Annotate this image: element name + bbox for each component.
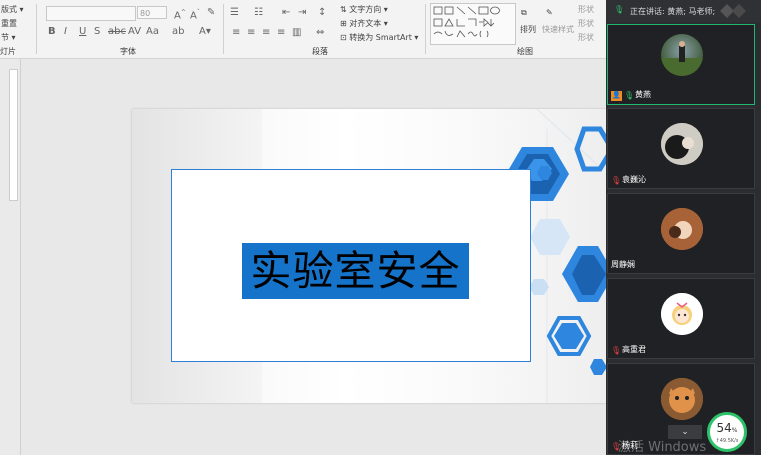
host-icon: 👤 <box>611 91 622 101</box>
avatar-image <box>661 293 703 335</box>
avatar-image <box>661 41 703 76</box>
align-center-icon[interactable]: ≡ <box>247 28 255 38</box>
avatar <box>661 293 703 335</box>
font-size-input[interactable]: 80 <box>137 6 167 19</box>
arrange-button[interactable]: 排列 <box>520 24 536 35</box>
highlight-icon[interactable]: ab <box>172 27 184 37</box>
distribute-icon[interactable]: ⇔ <box>316 28 324 38</box>
numbering-icon[interactable]: ☷ <box>254 8 263 18</box>
font-color-icon[interactable]: A▾ <box>199 27 211 37</box>
slide-title[interactable]: 实验室安全 <box>242 243 469 299</box>
ribbon-toolbar: 版式 ▾ 重置 节 ▾ 灯片 80 A^ Aˇ ✎ B I U S abc AV… <box>0 0 606 59</box>
speaking-bar: 🎙 正在讲话: 黄燕; 马老师; <box>606 0 761 22</box>
shape-fill-button[interactable]: 形状 <box>578 4 594 15</box>
quick-styles-button[interactable]: 快速样式 <box>542 24 574 35</box>
participant-name: 🎙高重君 <box>611 345 646 355</box>
section-button[interactable]: 节 ▾ <box>1 32 16 43</box>
layout-button[interactable]: 版式 ▾ <box>1 4 24 15</box>
align-right-icon[interactable]: ≡ <box>262 28 270 38</box>
drawing-group-label: 绘图 <box>517 47 533 56</box>
bold-icon[interactable]: B <box>48 27 56 37</box>
shadow-icon[interactable]: S <box>94 27 100 37</box>
shapes-gallery-icons <box>433 6 500 38</box>
participant-tile[interactable]: 🎙高重君 <box>607 278 755 359</box>
avatar-image <box>661 208 703 250</box>
participant-tile[interactable]: 周静娴 <box>607 193 755 274</box>
avatar-image <box>661 123 703 165</box>
speaking-mic-icon: 🎙 <box>614 5 625 14</box>
participant-tile[interactable]: 👤 🎙黄燕 <box>607 24 755 105</box>
quick-styles-icon[interactable]: ✎ <box>546 8 553 17</box>
change-case-icon[interactable]: Aa <box>146 27 159 37</box>
vertical-ruler <box>0 59 21 455</box>
increase-indent-icon[interactable]: ⇥ <box>298 8 306 18</box>
reset-button[interactable]: 重置 <box>1 18 17 29</box>
slides-group-label: 灯片 <box>0 47 16 56</box>
group-divider <box>425 4 426 54</box>
strikethrough-icon[interactable]: abc <box>108 27 126 37</box>
shrink-font-icon[interactable]: Aˇ <box>190 8 200 21</box>
speaking-text: 正在讲话: 黄燕; 马老师; <box>630 7 716 16</box>
justify-icon[interactable]: ≡ <box>277 28 285 38</box>
collapse-icon[interactable] <box>720 4 748 18</box>
mic-muted-icon: 🎙 <box>611 346 622 355</box>
char-spacing-icon[interactable]: AV <box>128 27 141 37</box>
participant-tile[interactable]: 🎙袁巍沁 <box>607 108 755 189</box>
font-group-label: 字体 <box>120 47 136 56</box>
underline-icon[interactable]: U <box>79 27 86 37</box>
shape-effects-button[interactable]: 形状 <box>578 32 594 43</box>
network-rate: ↑49.5K/s <box>715 438 739 444</box>
avatar <box>661 378 703 420</box>
align-left-icon[interactable]: ≡ <box>232 28 240 38</box>
avatar <box>661 123 703 165</box>
avatar <box>661 208 703 250</box>
avatar-image <box>661 378 703 420</box>
shapes-gallery[interactable] <box>430 3 516 45</box>
avatar <box>661 34 703 76</box>
participant-name: 周静娴 <box>611 260 635 269</box>
columns-icon[interactable]: ▥ <box>292 28 301 38</box>
align-text-button[interactable]: ⊞ 对齐文本 ▾ <box>340 18 388 29</box>
text-direction-button[interactable]: ⇅ 文字方向 ▾ <box>340 4 388 15</box>
decrease-indent-icon[interactable]: ⇤ <box>282 8 290 18</box>
scrollbar[interactable] <box>9 69 18 201</box>
italic-icon[interactable]: I <box>64 27 67 37</box>
mic-active-icon: 🎙 <box>624 91 635 100</box>
grow-font-icon[interactable]: A^ <box>174 8 186 21</box>
clear-format-icon[interactable]: ✎ <box>207 8 215 18</box>
group-divider <box>223 4 224 54</box>
participant-name: 👤 🎙黄燕 <box>611 90 651 101</box>
convert-smartart-button[interactable]: ⊡ 转换为 SmartArt ▾ <box>340 32 418 43</box>
paragraph-group-label: 段落 <box>312 47 328 56</box>
participant-name: 🎙袁巍沁 <box>611 175 646 185</box>
activation-watermark: 激活 Windows <box>618 440 707 455</box>
shape-outline-button[interactable]: 形状 <box>578 18 594 29</box>
line-spacing-icon[interactable]: ↕ <box>318 8 326 18</box>
network-percent: 54% <box>716 421 738 435</box>
mic-muted-icon: 🎙 <box>611 176 622 185</box>
bullets-icon[interactable]: ☰ <box>230 8 239 18</box>
font-name-input[interactable] <box>46 6 136 21</box>
network-gauge[interactable]: 54% ↑49.5K/s <box>707 412 747 452</box>
arrange-icon[interactable]: ⧉ <box>521 8 527 18</box>
group-divider <box>36 4 37 54</box>
